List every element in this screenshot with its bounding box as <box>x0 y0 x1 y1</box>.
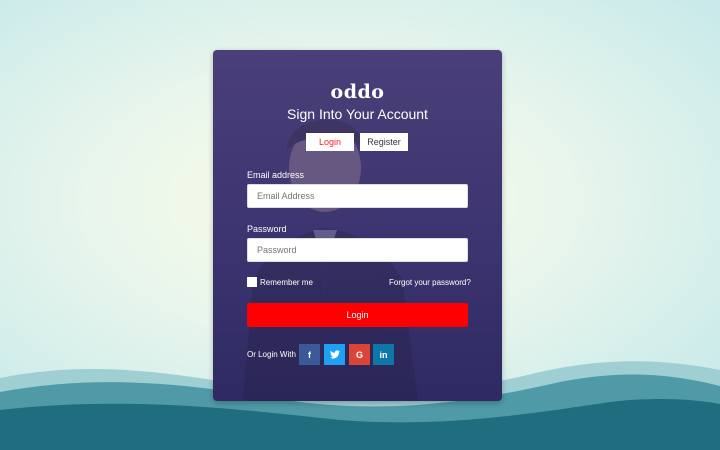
forgot-password-link[interactable]: Forgot your password? <box>389 278 471 287</box>
facebook-icon: f <box>308 349 311 360</box>
login-button[interactable]: Login <box>247 303 468 327</box>
remember-me-checkbox[interactable] <box>247 277 257 287</box>
email-label: Email address <box>247 170 305 180</box>
login-card: oddo Sign Into Your Account Login Regist… <box>213 50 502 401</box>
app-logo: oddo <box>330 81 385 103</box>
password-label: Password <box>247 224 287 234</box>
twitter-icon <box>329 350 340 359</box>
linkedin-icon: in <box>379 349 388 360</box>
linkedin-button[interactable]: in <box>373 344 394 365</box>
facebook-button[interactable]: f <box>299 344 320 365</box>
social-login-label: Or Login With <box>247 350 296 359</box>
page-title: Sign Into Your Account <box>287 106 428 122</box>
twitter-button[interactable] <box>324 344 345 365</box>
login-card-content: oddo Sign Into Your Account Login Regist… <box>213 50 502 401</box>
google-icon: G <box>355 349 363 360</box>
google-button[interactable]: G <box>349 344 370 365</box>
tab-register[interactable]: Register <box>360 133 408 151</box>
remember-me-label: Remember me <box>260 278 313 287</box>
password-field[interactable] <box>247 238 468 262</box>
email-field[interactable] <box>247 184 468 208</box>
tab-login[interactable]: Login <box>306 133 354 151</box>
